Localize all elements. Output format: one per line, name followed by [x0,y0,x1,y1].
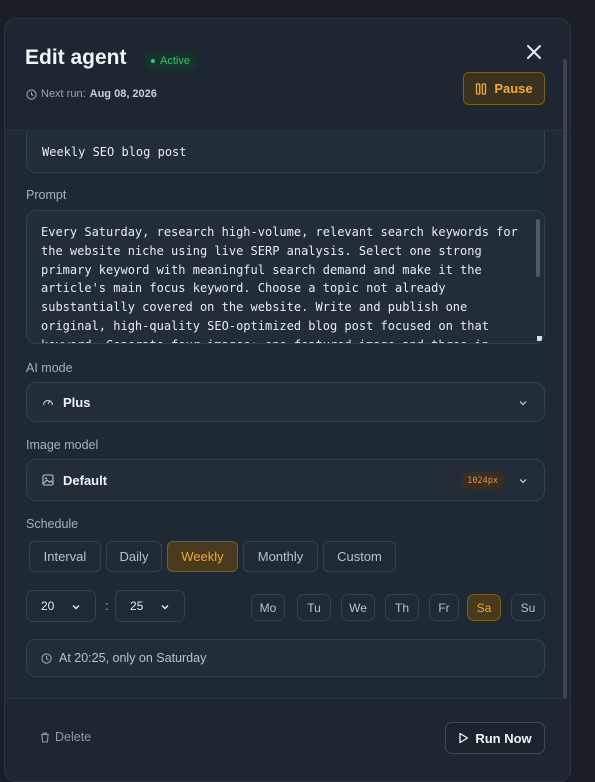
image-model-value: Default [63,472,108,488]
day-th[interactable]: Th [385,594,419,621]
modal-scrollbar[interactable] [563,59,567,699]
next-run-label: Next run: [41,88,86,100]
chevron-down-icon [519,479,527,484]
clock-icon [26,88,37,100]
day-tu[interactable]: Tu [297,594,331,621]
day-mo[interactable]: Mo [251,594,285,621]
tab-monthly[interactable]: Monthly [243,541,318,572]
day-fr[interactable]: Fr [429,594,459,621]
status-badge: Active [145,52,197,70]
tab-custom[interactable]: Custom [323,541,396,572]
hour-value: 20 [41,599,55,613]
prompt-scrollbar[interactable] [536,219,540,277]
prompt-text: Every Saturday, research high-volume, re… [41,225,518,343]
trash-icon [41,732,49,743]
next-run-date: Aug 08, 2026 [89,88,157,100]
minute-select[interactable]: 25 [115,590,185,622]
delete-label: Delete [55,730,92,744]
image-model-select[interactable]: Default 1024px [26,459,545,501]
ai-mode-select[interactable]: Plus [26,382,545,422]
gauge-icon [42,399,54,406]
tab-daily[interactable]: Daily [106,541,162,572]
schedule-summary-text: At 20:25, only on Saturday [59,651,207,665]
time-separator: : [105,598,109,613]
pause-icon [476,82,487,95]
edit-agent-modal: Edit agent Active Next run: Aug 08, 2026… [4,18,571,782]
run-now-label: Run Now [475,730,532,746]
delete-button[interactable]: Delete [40,730,91,744]
day-sa[interactable]: Sa [467,594,501,621]
clock-icon [41,652,52,664]
chevron-down-icon [72,605,80,610]
prompt-textarea[interactable]: Every Saturday, research high-volume, re… [26,210,545,344]
pause-button-label: Pause [494,81,533,96]
prompt-label: Prompt [26,188,67,202]
image-model-label: Image model [26,438,99,452]
agent-name-value: Weekly SEO blog post [42,145,187,159]
pause-button[interactable]: Pause [463,72,545,105]
chevron-down-icon [161,605,169,610]
image-icon [42,474,54,486]
day-su[interactable]: Su [511,594,545,621]
status-dot-icon [151,59,155,63]
close-icon[interactable] [523,41,545,63]
size-badge: 1024px [461,472,504,489]
schedule-summary: At 20:25, only on Saturday [26,639,545,677]
resize-handle[interactable] [537,336,542,341]
tab-interval[interactable]: Interval [29,541,101,572]
chevron-down-icon [519,401,527,406]
next-run-info: Next run: Aug 08, 2026 [26,88,157,100]
play-icon [459,732,469,744]
tab-weekly[interactable]: Weekly [167,541,238,572]
minute-value: 25 [130,599,144,613]
schedule-label: Schedule [26,517,79,531]
page-title: Edit agent [25,46,127,69]
modal-header: Edit agent Active Next run: Aug 08, 2026… [5,19,570,131]
agent-name-field[interactable]: Weekly SEO blog post [26,131,545,173]
modal-footer: Delete Run Now [5,698,570,781]
run-now-button[interactable]: Run Now [445,722,545,754]
ai-mode-value: Plus [63,394,91,410]
hour-select[interactable]: 20 [26,590,96,622]
day-we[interactable]: We [341,594,375,621]
status-badge-label: Active [160,55,190,67]
ai-mode-label: AI mode [26,361,73,375]
